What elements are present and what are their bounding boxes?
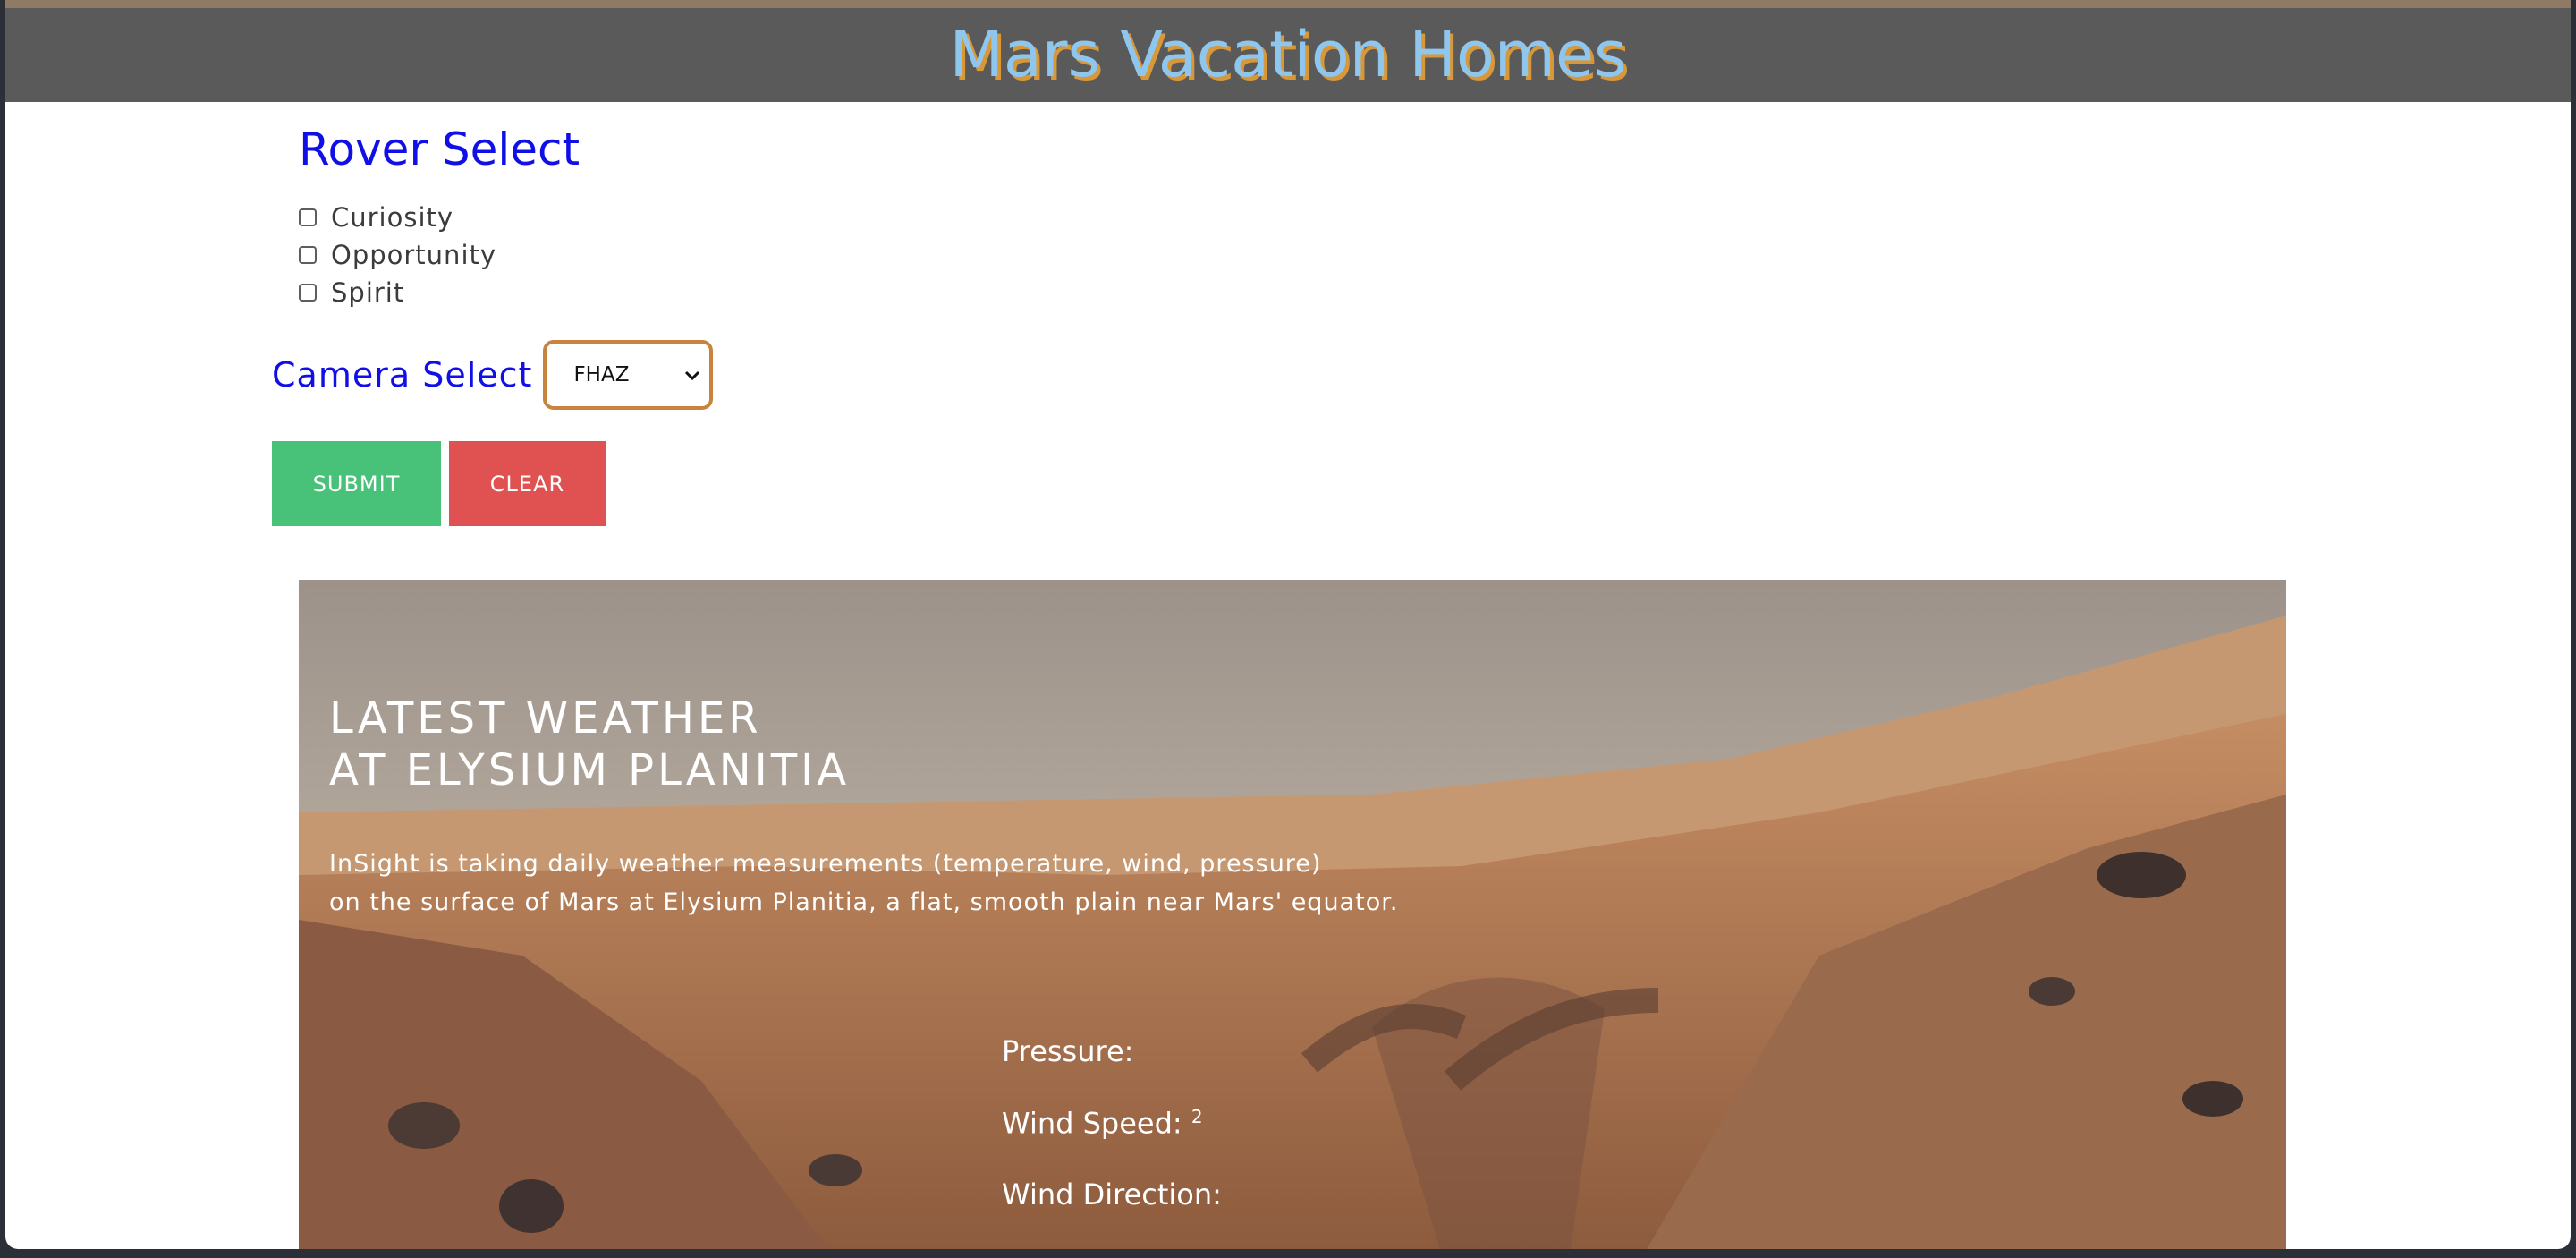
rover-option-label: Spirit	[331, 277, 405, 308]
site-header: Mars Vacation Homes	[5, 8, 2571, 102]
rover-option-curiosity[interactable]: Curiosity	[299, 199, 496, 236]
pressure-stat: Pressure:	[1002, 1034, 1222, 1106]
window-top-border	[5, 0, 2571, 8]
wind-speed-unit-superscript: 2	[1191, 1106, 1203, 1127]
weather-stats: Pressure: Wind Speed: 2 Wind Direction:	[1002, 1034, 1222, 1249]
submit-button[interactable]: SUBMIT	[272, 441, 441, 526]
wind-direction-label: Wind Direction:	[1002, 1177, 1222, 1211]
curiosity-checkbox[interactable]	[299, 208, 317, 226]
wind-speed-stat: Wind Speed: 2	[1002, 1106, 1222, 1177]
camera-dropdown[interactable]: FHAZ	[543, 340, 714, 410]
rover-option-label: Curiosity	[331, 202, 454, 233]
rover-checkbox-list: Curiosity Opportunity Spirit	[299, 199, 496, 311]
rover-option-opportunity[interactable]: Opportunity	[299, 236, 496, 274]
browser-window: Mars Vacation Homes Rover Select Curiosi…	[5, 0, 2571, 1249]
weather-title-line-1: LATEST WEATHER	[329, 693, 762, 744]
pressure-label: Pressure:	[1002, 1034, 1134, 1068]
opportunity-checkbox[interactable]	[299, 246, 317, 264]
camera-selected-value: FHAZ	[573, 363, 630, 387]
weather-description: InSight is taking daily weather measurem…	[329, 845, 1398, 922]
weather-card: LATEST WEATHER AT ELYSIUM PLANITIA InSig…	[299, 580, 2286, 1249]
wind-speed-label: Wind Speed:	[1002, 1106, 1182, 1141]
site-title: Mars Vacation Homes	[949, 18, 1627, 91]
camera-select-row: Camera Select FHAZ	[272, 340, 714, 410]
camera-select-label: Camera Select	[272, 355, 533, 395]
clear-button[interactable]: CLEAR	[449, 441, 606, 526]
rover-select-heading: Rover Select	[299, 123, 580, 175]
chevron-down-icon	[684, 364, 700, 386]
weather-title-line-2: AT ELYSIUM PLANITIA	[329, 745, 851, 795]
wind-direction-stat: Wind Direction:	[1002, 1177, 1222, 1249]
rover-option-spirit[interactable]: Spirit	[299, 274, 496, 311]
weather-description-line-1: InSight is taking daily weather measurem…	[329, 850, 1322, 878]
weather-title: LATEST WEATHER AT ELYSIUM PLANITIA	[329, 693, 850, 796]
spirit-checkbox[interactable]	[299, 284, 317, 302]
weather-description-line-2: on the surface of Mars at Elysium Planit…	[329, 888, 1399, 916]
rover-option-label: Opportunity	[331, 240, 497, 270]
